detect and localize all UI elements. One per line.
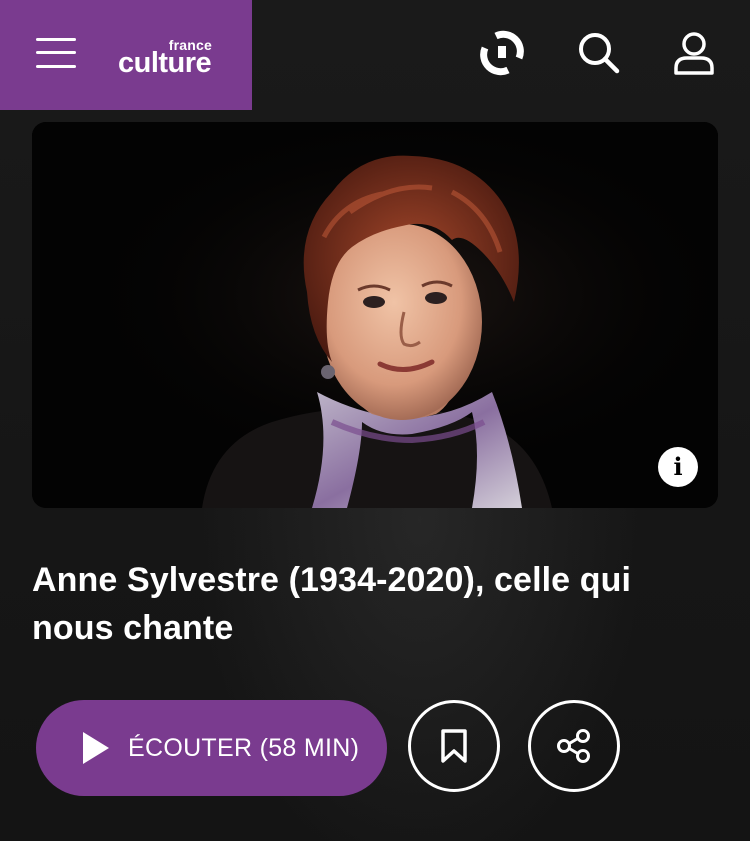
hamburger-menu-icon[interactable] [34, 36, 78, 72]
app-header: france culture [0, 0, 750, 110]
share-icon [557, 729, 590, 763]
play-icon [83, 732, 109, 764]
user-account-icon[interactable] [671, 30, 717, 76]
france-culture-logo[interactable]: france culture [118, 38, 218, 78]
episode-hero-image: i [32, 122, 718, 508]
live-radio-icon[interactable] [479, 30, 525, 76]
share-button[interactable] [528, 700, 620, 792]
search-icon[interactable] [575, 30, 621, 76]
bookmark-icon [441, 729, 467, 763]
brand-box: france culture [0, 0, 252, 110]
info-glyph: i [673, 452, 683, 481]
listen-button-label: ÉCOUTER (58 MIN) [128, 734, 360, 762]
episode-title: Anne Sylvestre (1934-2020), celle qui no… [32, 561, 631, 647]
page: france culture i Anne Sylvestre (1934-20… [0, 0, 750, 841]
logo-big-text: culture [118, 47, 212, 79]
portrait-photo [32, 122, 718, 508]
info-icon[interactable]: i [658, 447, 698, 487]
listen-button[interactable]: ÉCOUTER (58 MIN) [36, 700, 387, 796]
bookmark-button[interactable] [408, 700, 500, 792]
